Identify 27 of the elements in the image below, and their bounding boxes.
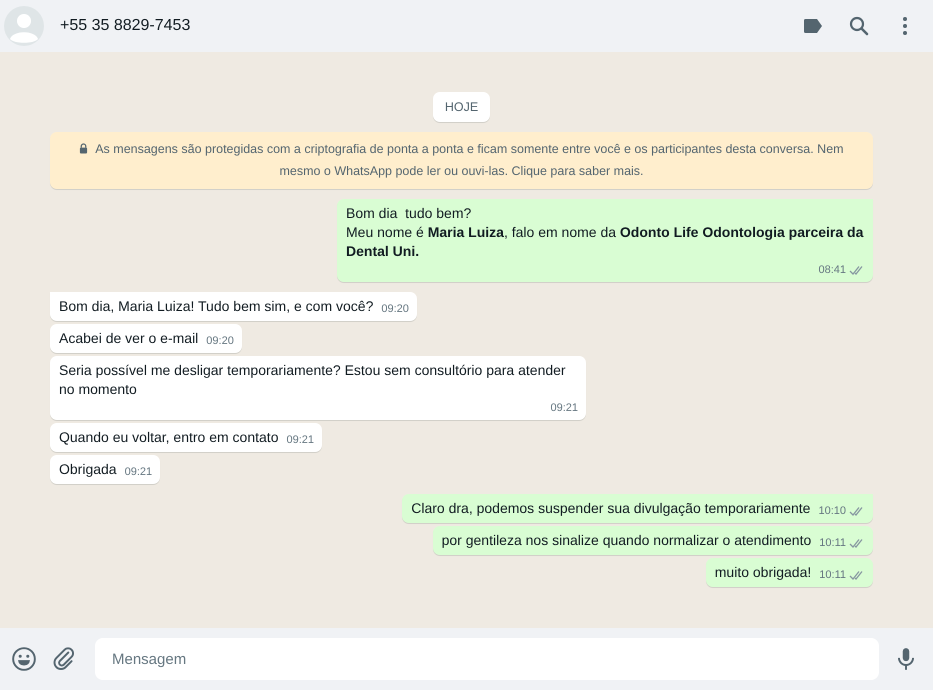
message-time: 09:21	[550, 401, 578, 416]
message-time: 08:41	[818, 263, 846, 278]
encryption-notice[interactable]: As mensagens são protegidas com a criptografia de ponta a ponta e ficam somente entre você e os participantes desta conversa. Nem mesmo o WhatsApp pode ler ou ouvi-las. Clique para saber mais.	[50, 132, 873, 189]
message-time: 10:10	[818, 504, 846, 519]
message-text: muito obrigada!	[714, 563, 812, 582]
emoji-icon[interactable]	[11, 646, 37, 672]
message-time: 09:21	[124, 465, 152, 480]
message-text: Claro dra, podemos suspender sua divulgação temporariamente	[411, 499, 810, 518]
message-text: Quando eu voltar, entro em contato	[59, 428, 278, 447]
lock-icon	[79, 143, 88, 154]
message-time: 10:11	[819, 568, 846, 583]
message-text: Seria possível me desligar temporariamente? Estou sem consultório para atender no momento	[59, 361, 567, 399]
paperclip-icon[interactable]	[51, 646, 77, 672]
message-time: 09:20	[206, 334, 234, 349]
message-text: Bom dia, Maria Luiza! Tudo bem sim, e com você?	[59, 297, 374, 316]
message-time: 09:20	[381, 302, 409, 317]
date-chip: HOJE	[432, 92, 490, 122]
message-input[interactable]: Mensagem	[95, 638, 879, 680]
search-icon[interactable]	[847, 14, 871, 38]
message-time: 10:11	[819, 536, 846, 551]
message-text: Acabei de ver o e-mail	[59, 329, 198, 348]
message-time: 09:21	[286, 433, 314, 448]
message-text: por gentileza nos sinalize quando normalizar o atendimento	[442, 531, 812, 550]
notice-text: As mensagens são protegidas com a criptografia de ponta a ponta e ficam somente entre você e os participantes desta conversa. Nem mesmo o WhatsApp pode ler ou ouvi-las. Clique para saber mais.	[95, 142, 844, 178]
message-text: Obrigada	[59, 460, 117, 479]
contact-name[interactable]: +55 35 8829-7453	[60, 17, 190, 35]
message-text: Bom dia tudo bem? Meu nome é Maria Luiza, falo em nome da Odonto Life Odontologia parceira da Dental Uni.	[346, 204, 864, 261]
